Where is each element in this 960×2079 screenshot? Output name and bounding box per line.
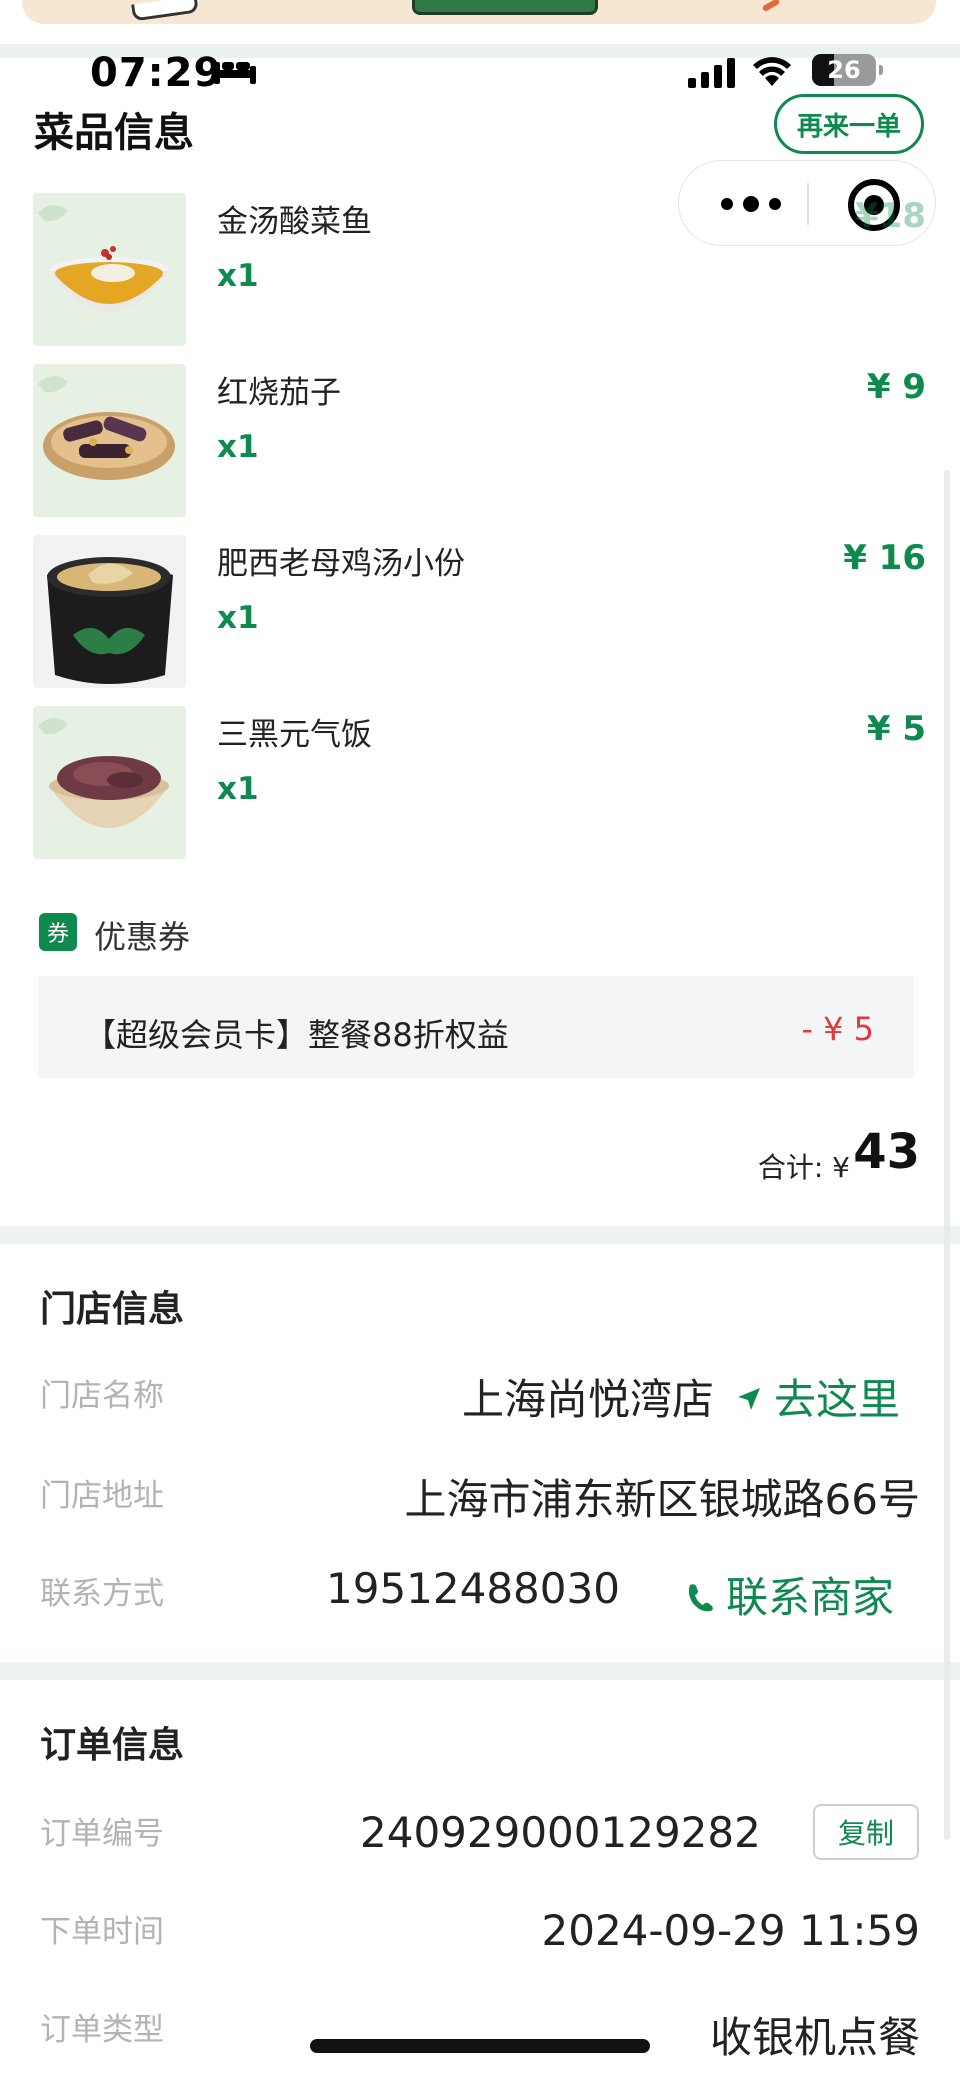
dish-image: [33, 364, 186, 517]
dish-price: ¥ 16: [843, 538, 926, 578]
coupon-label: 优惠券: [94, 918, 191, 956]
dish-image: [33, 535, 186, 688]
dish-price: ¥ 5: [866, 709, 926, 749]
order-time-label: 下单时间: [40, 1914, 164, 1950]
dish-section-title: 菜品信息: [34, 110, 194, 156]
dish-price: ¥ 9: [866, 367, 926, 407]
order-number: 240929000129282: [360, 1808, 761, 1857]
dish-name: 金汤酸菜鱼: [217, 204, 372, 240]
dish-image: [33, 193, 186, 346]
coupon-discount: - ¥ 5: [801, 1010, 874, 1048]
home-indicator[interactable]: [310, 2039, 650, 2053]
order-number-label: 订单编号: [40, 1816, 164, 1852]
navigate-link[interactable]: 去这里: [774, 1366, 900, 1427]
dish-quantity: x1: [217, 429, 259, 465]
wifi-icon: [753, 57, 791, 86]
dish-quantity: x1: [217, 771, 259, 807]
order-type-label: 订单类型: [40, 2012, 164, 2048]
store-phone: 19512488030: [326, 1564, 620, 1613]
order-type: 收银机点餐: [709, 2013, 920, 2062]
order-time: 2024-09-29 11:59: [541, 1906, 920, 1955]
battery-icon: 26: [812, 54, 883, 86]
coupon-icon: 券: [39, 913, 77, 951]
section-divider: [0, 1226, 960, 1244]
contact-merchant-link[interactable]: 联系商家: [726, 1564, 894, 1625]
total-label: 合计: ¥: [757, 1151, 850, 1184]
battery-level: 26: [827, 56, 861, 84]
cellular-signal-icon: [688, 58, 735, 88]
scrollbar[interactable]: [944, 470, 950, 1840]
order-section-title: 订单信息: [40, 1725, 185, 1766]
dish-name: 红烧茄子: [217, 375, 341, 411]
store-name-label: 门店名称: [40, 1378, 164, 1414]
copy-button[interactable]: 复制: [813, 1804, 919, 1860]
dish-image: [33, 706, 186, 859]
dish-price: ¥18: [855, 196, 926, 236]
top-banner-image: [22, 0, 936, 24]
store-section-title: 门店信息: [40, 1289, 185, 1330]
store-address: 上海市浦东新区银城路66号: [404, 1475, 920, 1524]
coupon-name: 【超级会员卡】整餐88折权益: [84, 1016, 509, 1054]
total-amount: 43: [853, 1124, 920, 1180]
reorder-button[interactable]: 再来一单: [774, 94, 924, 154]
navigate-icon[interactable]: [736, 1386, 762, 1412]
dish-quantity: x1: [217, 600, 259, 636]
dish-quantity: x1: [217, 258, 259, 294]
section-divider: [0, 1662, 960, 1680]
sleep-mode-icon: [214, 62, 256, 84]
more-icon[interactable]: [719, 193, 783, 215]
phone-icon[interactable]: [686, 1582, 714, 1612]
store-contact-label: 联系方式: [40, 1576, 164, 1612]
dish-name: 肥西老母鸡汤小份: [217, 546, 465, 582]
store-address-label: 门店地址: [40, 1478, 164, 1514]
dish-name: 三黑元气饭: [217, 717, 372, 753]
status-time: 07:29: [90, 50, 223, 96]
store-name: 上海尚悦湾店: [461, 1375, 714, 1424]
